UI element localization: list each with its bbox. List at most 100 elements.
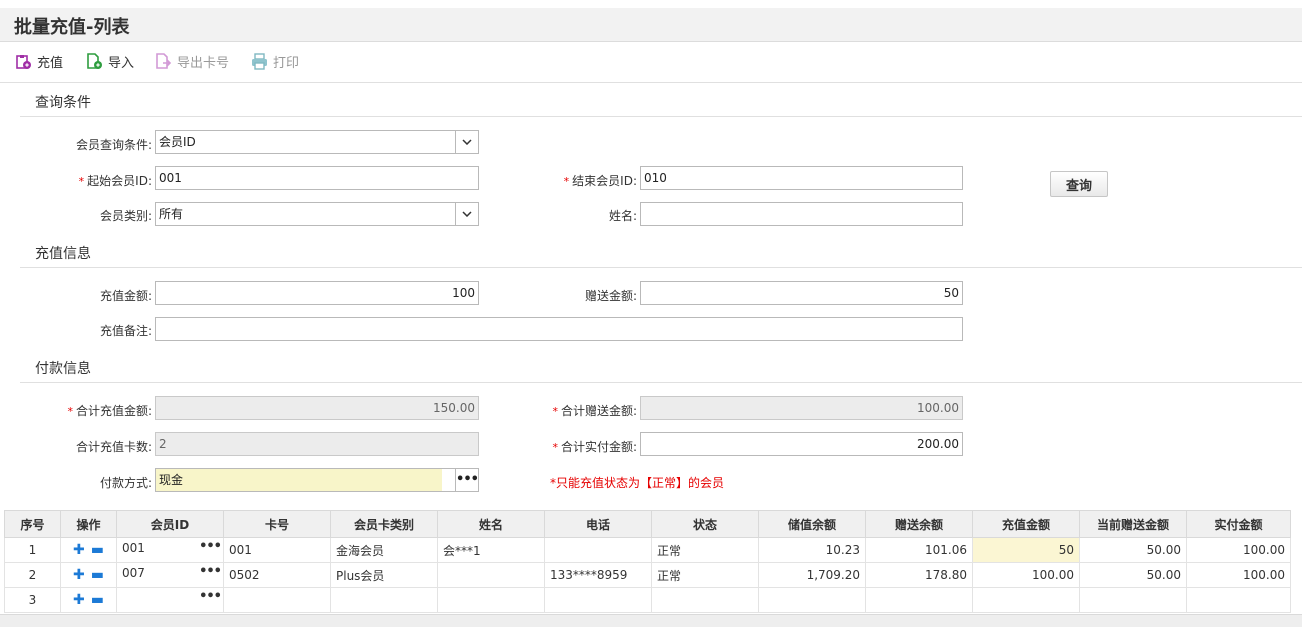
gift-balance-cell: 101.06 xyxy=(865,537,973,563)
name-cell: 会***1 xyxy=(437,537,545,563)
paid-amount-cell[interactable]: 100.00 xyxy=(1186,562,1291,588)
name-label: 姓名: xyxy=(608,209,637,223)
stored-balance-cell: 10.23 xyxy=(758,537,866,563)
table-row[interactable]: 1 ✚ ▬ 001 ••• 001 金海会员 会***1 正常 10.23 101.… xyxy=(4,537,1291,563)
member-type-select[interactable]: 所有 xyxy=(155,202,479,226)
name-cell xyxy=(437,587,545,613)
col-header[interactable]: 操作 xyxy=(60,510,117,538)
paid-amount-cell[interactable] xyxy=(1186,587,1291,613)
query-button[interactable]: 查询 xyxy=(1050,171,1108,197)
import-label: 导入 xyxy=(108,55,135,71)
start-id-label: * 起始会员ID: xyxy=(78,174,152,188)
ellipsis-icon[interactable]: ••• xyxy=(199,564,222,579)
remove-row-icon[interactable]: ▬ xyxy=(91,542,104,558)
member-grid: 序号 操作 会员ID 卡号 会员卡类别 姓名 电话 状态 储值余额 赠送余额 充… xyxy=(4,510,1291,613)
horizontal-scrollbar[interactable] xyxy=(0,614,1302,627)
phone-cell: 133****8959 xyxy=(544,562,652,588)
import-button[interactable]: 导入 xyxy=(86,52,135,71)
member-type-label: 会员类别: xyxy=(99,209,152,223)
col-header[interactable]: 当前赠送金额 xyxy=(1079,510,1187,538)
row-actions: ✚ ▬ xyxy=(60,537,117,563)
col-header[interactable]: 卡号 xyxy=(223,510,331,538)
recharge-amount-label: 充值金额: xyxy=(99,289,152,303)
name-input[interactable] xyxy=(640,202,963,226)
current-gift-cell[interactable] xyxy=(1079,587,1187,613)
col-header[interactable]: 序号 xyxy=(4,510,61,538)
paid-amount-cell[interactable]: 100.00 xyxy=(1186,537,1291,563)
add-row-icon[interactable]: ✚ xyxy=(73,567,85,583)
col-header[interactable]: 电话 xyxy=(544,510,652,538)
gift-amount-label: 赠送金额: xyxy=(584,289,637,303)
recharge-button[interactable]: 充值 xyxy=(15,52,64,71)
start-id-input[interactable]: 001 xyxy=(155,166,479,190)
col-header[interactable]: 会员ID xyxy=(116,510,224,538)
current-gift-cell[interactable]: 50.00 xyxy=(1079,537,1187,563)
payment-method-value: 现金 xyxy=(156,469,442,491)
col-header[interactable]: 赠送余额 xyxy=(865,510,973,538)
chevron-down-icon[interactable] xyxy=(455,131,478,153)
recharge-amount-input[interactable]: 100 xyxy=(155,281,479,305)
gift-amount-input[interactable]: 50 xyxy=(640,281,963,305)
col-header[interactable]: 储值余额 xyxy=(758,510,866,538)
row-index: 1 xyxy=(4,537,61,563)
col-header[interactable]: 状态 xyxy=(651,510,759,538)
member-id-cell[interactable]: 007 ••• xyxy=(116,562,224,588)
payment-method-select[interactable]: 现金 ••• xyxy=(155,468,479,492)
ellipsis-icon[interactable]: ••• xyxy=(199,589,222,604)
stored-balance-cell xyxy=(758,587,866,613)
card-type-cell xyxy=(330,587,438,613)
card-count-field: 2 xyxy=(155,432,479,456)
printer-icon xyxy=(252,52,267,70)
col-header[interactable]: 充值金额 xyxy=(972,510,1080,538)
recharge-amount-cell[interactable]: 100.00 xyxy=(972,562,1080,588)
current-gift-cell[interactable]: 50.00 xyxy=(1079,562,1187,588)
col-header[interactable]: 实付金额 xyxy=(1186,510,1291,538)
remove-row-icon[interactable]: ▬ xyxy=(91,592,104,608)
export-icon xyxy=(156,52,172,69)
print-button[interactable]: 打印 xyxy=(251,52,299,71)
end-id-input[interactable]: 010 xyxy=(640,166,963,190)
row-index: 2 xyxy=(4,562,61,588)
table-row[interactable]: 2 ✚ ▬ 007 ••• 0502 Plus会员 133****8959 正常 1… xyxy=(4,562,1291,588)
member-id-cell[interactable]: ••• xyxy=(116,587,224,613)
status-cell xyxy=(651,587,759,613)
stored-balance-cell: 1,709.20 xyxy=(758,562,866,588)
total-paid-label: * 合计实付金额: xyxy=(552,440,637,454)
condition-select[interactable]: 会员ID xyxy=(155,130,479,154)
add-row-icon[interactable]: ✚ xyxy=(73,592,85,608)
total-paid-input[interactable]: 200.00 xyxy=(640,432,963,456)
col-header[interactable]: 姓名 xyxy=(437,510,545,538)
total-gift-label: * 合计赠送金额: xyxy=(552,404,637,418)
row-actions: ✚ ▬ xyxy=(60,587,117,613)
member-id-cell[interactable]: 001 ••• xyxy=(116,537,224,563)
remark-input[interactable] xyxy=(155,317,963,341)
card-no-cell xyxy=(223,587,331,613)
condition-label: 会员查询条件: xyxy=(75,138,152,152)
phone-cell xyxy=(544,587,652,613)
status-cell: 正常 xyxy=(651,537,759,563)
total-recharge-field: 150.00 xyxy=(155,396,479,420)
export-cards-button[interactable]: 导出卡号 xyxy=(155,52,229,71)
page-title: 批量充值-列表 xyxy=(14,17,130,38)
recharge-amount-cell[interactable] xyxy=(972,587,1080,613)
status-cell: 正常 xyxy=(651,562,759,588)
add-row-icon[interactable]: ✚ xyxy=(73,542,85,558)
condition-select-value: 会员ID xyxy=(159,135,196,149)
col-header[interactable]: 会员卡类别 xyxy=(330,510,438,538)
ellipsis-icon[interactable]: ••• xyxy=(199,539,222,554)
recharge-amount-cell[interactable]: 50 xyxy=(972,537,1080,563)
end-id-label: * 结束会员ID: xyxy=(563,174,637,188)
remove-row-icon[interactable]: ▬ xyxy=(91,567,104,583)
status-note: *只能充值状态为【正常】的会员 xyxy=(550,476,725,490)
import-icon xyxy=(87,52,102,69)
table-row[interactable]: 3 ✚ ▬ ••• xyxy=(4,587,1291,613)
section-divider xyxy=(20,267,1302,268)
recharge-label: 充值 xyxy=(37,55,64,71)
ellipsis-icon[interactable]: ••• xyxy=(455,469,478,491)
member-type-value: 所有 xyxy=(159,207,184,221)
chevron-down-icon[interactable] xyxy=(455,203,478,225)
recharge-section-title: 充值信息 xyxy=(35,246,91,262)
recharge-icon xyxy=(16,54,31,69)
row-index: 3 xyxy=(4,587,61,613)
grid-header-row: 序号 操作 会员ID 卡号 会员卡类别 姓名 电话 状态 储值余额 赠送余额 充… xyxy=(4,510,1291,538)
